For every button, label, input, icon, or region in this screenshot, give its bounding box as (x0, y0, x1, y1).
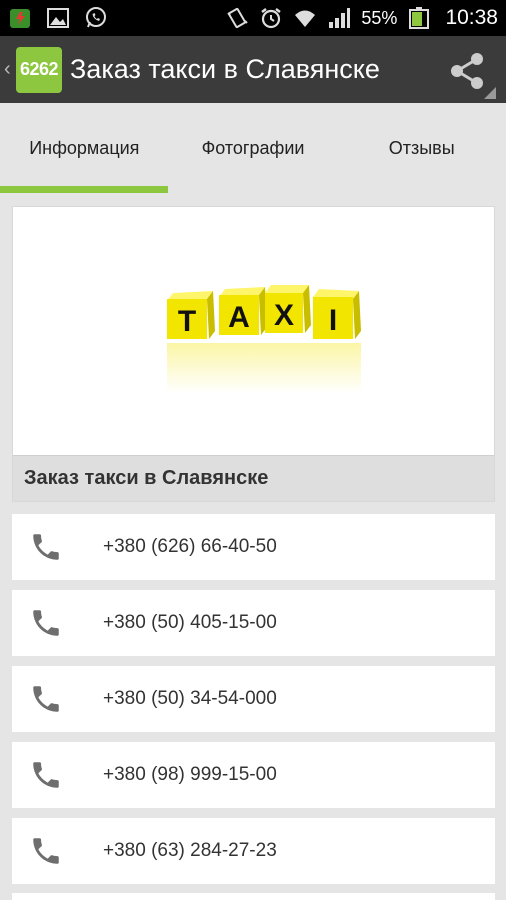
tab-label: Информация (29, 137, 140, 158)
whatsapp-icon (84, 6, 108, 30)
phone-number: +380 (98) 999-15-00 (103, 764, 277, 785)
info-card: T A X I Заказ такси в Славянске (12, 206, 495, 502)
taxi-image: T A X I (167, 285, 361, 393)
wifi-icon (293, 6, 317, 30)
phone-row[interactable]: +380 (626) 66-40-50 (12, 514, 495, 580)
phone-icon (26, 527, 66, 567)
tab-reviews[interactable]: Отзывы (337, 103, 506, 193)
signal-icon (327, 6, 351, 30)
share-icon (451, 53, 483, 89)
battery-icon (407, 6, 431, 30)
overflow-indicator-icon (484, 87, 496, 99)
taxi-letter: A (228, 301, 250, 334)
page-title: Заказ такси в Славянске (70, 54, 380, 84)
selected-tab-indicator (0, 186, 168, 193)
tab-photos[interactable]: Фотографии (169, 103, 338, 193)
tab-information[interactable]: Информация (0, 103, 169, 193)
phone-number: +380 (626) 66-40-50 (103, 536, 277, 557)
taxi-letter: X (274, 299, 294, 332)
phone-number: +380 (50) 405-15-00 (103, 612, 277, 633)
clock: 10:38 (445, 6, 498, 29)
card-title: Заказ такси в Славянске (13, 455, 494, 501)
image-icon (46, 6, 70, 30)
app-logo[interactable]: 6262 (16, 46, 62, 93)
phone-row-partial[interactable] (12, 893, 495, 900)
phone-number: +380 (63) 284-27-23 (103, 840, 277, 861)
app-notification-icon (8, 6, 32, 30)
tab-bar: Информация Фотографии Отзывы (0, 103, 506, 193)
taxi-letter: T (178, 305, 196, 338)
alarm-icon (259, 6, 283, 30)
tab-label: Отзывы (388, 137, 455, 158)
phone-row[interactable]: +380 (98) 999-15-00 (12, 742, 495, 808)
phone-icon (26, 831, 66, 871)
battery-percent: 55% (361, 7, 398, 28)
phone-icon (26, 679, 66, 719)
up-navigation-icon[interactable]: ‹ (4, 58, 14, 81)
phone-row[interactable]: +380 (50) 34-54-000 (12, 666, 495, 732)
vibrate-icon (225, 6, 249, 30)
status-bar: 55% 10:38 (0, 0, 506, 36)
phone-number: +380 (50) 34-54-000 (103, 688, 277, 709)
phone-icon (26, 755, 66, 795)
tab-label: Фотографии (201, 137, 305, 158)
action-bar: ‹ 6262 Заказ такси в Славянске (0, 36, 506, 103)
phone-row[interactable]: +380 (50) 405-15-00 (12, 590, 495, 656)
phone-row[interactable]: +380 (63) 284-27-23 (12, 818, 495, 884)
phone-icon (26, 603, 66, 643)
taxi-letter: I (329, 304, 337, 337)
